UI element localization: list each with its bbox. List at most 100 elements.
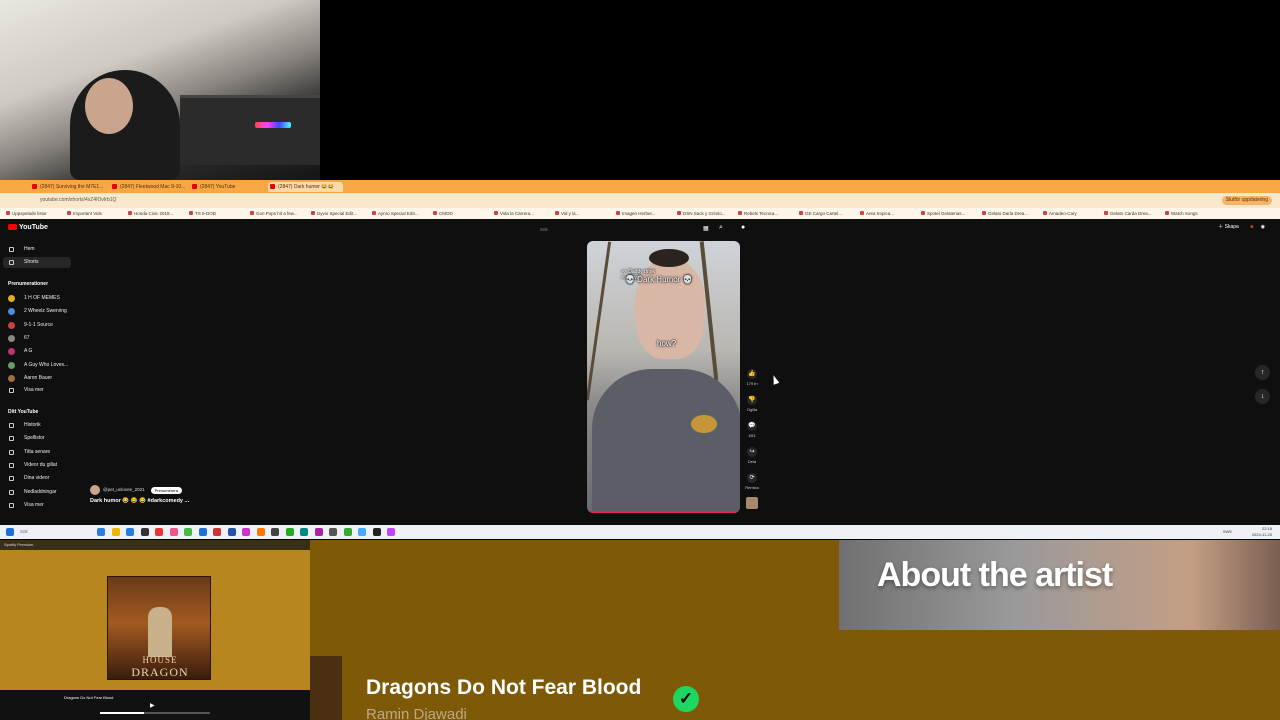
subscriptions-heading[interactable]: Prenumerationer (8, 281, 48, 287)
next-short-button[interactable]: ↓ (1255, 389, 1270, 404)
taskbar-app-icon[interactable] (227, 528, 236, 536)
search-icon[interactable]: ⌕ (719, 224, 723, 232)
bookmark-item[interactable]: Gelato Darla Drea... (982, 210, 1028, 217)
previous-short-button[interactable]: ↑ (1255, 365, 1270, 380)
taskbar-app-icon[interactable] (242, 528, 250, 536)
sidebar-item-playlist[interactable]: Spellistor (3, 433, 71, 444)
tab[interactable]: (2847) Fleetwood Mac 9-10... (110, 182, 188, 192)
taskbar-search[interactable]: Sök (20, 528, 90, 536)
share-button[interactable]: ↪ Dela (744, 447, 760, 464)
taskbar-clock[interactable]: 22:18 2024-11-25 (1252, 526, 1272, 538)
bookmark-item[interactable]: Amadeo-Cary (1043, 210, 1077, 217)
bookmark-item[interactable]: CMOD (433, 210, 453, 217)
bookmark-item[interactable]: GE Cargo Cartel... (799, 210, 842, 217)
taskbar-app-icon[interactable] (300, 528, 308, 536)
taskbar-app-icon[interactable] (184, 528, 192, 536)
taskbar-app-icon[interactable] (111, 528, 120, 536)
play-pause-icon[interactable]: ▶ (150, 702, 155, 709)
sidebar-item-your-videos[interactable]: Dina videor (3, 473, 71, 484)
taskbar-app-icon[interactable] (140, 528, 149, 536)
comment-button[interactable]: 💬 693 (744, 421, 760, 438)
taskbar-app-icon[interactable] (155, 528, 163, 536)
sound-thumbnail[interactable] (744, 497, 760, 509)
dislike-button[interactable]: 👎 Ogilla (744, 395, 760, 412)
bookmark-item[interactable]: Vida la Carrera... (494, 210, 534, 217)
sidebar-subscription-item[interactable]: 1 H OF MEMES (3, 293, 71, 304)
taskbar-app-icon[interactable] (343, 528, 352, 536)
taskbar-app-icon[interactable] (314, 528, 323, 536)
video-pendant (691, 415, 717, 433)
bookmark-item[interactable]: Aynro Special Edit... (372, 210, 418, 217)
short-title[interactable]: Dark humor 😂 😂 😂 #darkcomedy ... (90, 498, 189, 504)
bookmark-item[interactable]: TS 6-DOD (189, 210, 216, 217)
create-button[interactable]: ＋ Skapa (1218, 224, 1239, 230)
bookmark-item[interactable]: Honda Civic 2018... (128, 210, 173, 217)
taskbar-app-icon[interactable] (285, 528, 294, 536)
playback-progress[interactable] (100, 712, 210, 714)
language-indicator[interactable]: SWE (1223, 529, 1232, 534)
taskbar-app-icon[interactable] (198, 528, 207, 536)
like-button[interactable]: 👍 179 tn (744, 369, 760, 386)
remix-button[interactable]: ⟳ Remixa (744, 473, 760, 490)
sidebar-item-shorts[interactable]: Shorts (3, 257, 71, 268)
keyboard-icon[interactable]: ▦ (703, 225, 709, 232)
taskbar-app-icon[interactable] (372, 528, 381, 536)
track-artist[interactable]: Ramin Djawadi (366, 706, 467, 720)
bookmark-item[interactable]: Vid y la... (555, 210, 579, 217)
taskbar-app-icon[interactable] (329, 528, 337, 536)
tab[interactable]: (2847) Surviving the M7E1... (30, 182, 108, 192)
saved-check-icon[interactable]: ✓ (673, 686, 699, 712)
bookmark-item[interactable]: Dyvio Special Edit... (311, 210, 357, 217)
bookmark-item[interactable]: Gelato Carda Drea... (1104, 210, 1152, 217)
bookmark-item[interactable]: Gon Pops hit a few... (250, 210, 298, 217)
sidebar-subscription-item[interactable]: 67 (3, 333, 71, 344)
sidebar-item-history[interactable]: Historik (3, 420, 71, 431)
sidebar-subscription-item[interactable]: A Guy Who Loves... (3, 360, 71, 371)
bookmark-item[interactable]: Imagen Herber... (616, 210, 656, 217)
show-more-button[interactable]: Visa mer (3, 385, 71, 396)
taskbar-app-icon[interactable] (213, 528, 221, 536)
sidebar-subscription-item[interactable]: Aaron Bauer (3, 373, 71, 384)
taskbar-app-icon[interactable] (358, 528, 366, 536)
channel-name[interactable]: @pet_unlovee_2021 (103, 487, 145, 492)
taskbar-app-icon[interactable] (97, 528, 105, 536)
url-field[interactable]: youtube.com/shorts/4xZ4IOvIrb1Q (40, 196, 940, 205)
notifications-icon[interactable]: ■ (1250, 224, 1253, 230)
your-youtube-heading[interactable]: Ditt YouTube (8, 409, 38, 415)
track-title[interactable]: Dragons Do Not Fear Blood (366, 676, 641, 700)
sidebar-subscription-item[interactable]: 2 Wheelz Swerving (3, 306, 71, 317)
tab-active[interactable]: (2847) Dark humor 😂😂 (268, 182, 343, 192)
taskbar-app-icon[interactable] (271, 528, 279, 536)
bookmark-item[interactable]: Rebels Tecnica... (738, 210, 778, 217)
show-more-button-2[interactable]: Visa mer (3, 500, 71, 511)
account-avatar[interactable]: ◉ (1261, 224, 1265, 230)
sidebar-item-watch-later[interactable]: Titta senare (3, 447, 71, 458)
sidebar-item-liked[interactable]: Videor du gillat (3, 460, 71, 471)
shorts-icon (9, 260, 14, 265)
short-video-player[interactable]: >> Daddy drink >> How? 💀 Dark Humor 💀 ho… (587, 241, 740, 513)
subscription-label: A Guy Who Loves... (24, 361, 69, 368)
search-input[interactable]: Sök (540, 225, 715, 235)
tab[interactable]: (2847) YouTube (190, 182, 265, 192)
video-progress-bar[interactable] (587, 511, 740, 513)
bookmark-item[interactable]: DSN Sack y Grimlo... (677, 210, 726, 217)
taskbar-app-icon[interactable] (126, 528, 134, 536)
sidebar-subscription-item[interactable]: 9-1-1 Source (3, 320, 71, 331)
taskbar-app-icon[interactable] (256, 528, 265, 536)
bookmark-item[interactable]: Spotel Gelaterias... (921, 210, 965, 217)
sidebar-item-home[interactable]: Hem (3, 244, 71, 255)
taskbar-app-icon[interactable] (169, 528, 178, 536)
subscribe-button[interactable]: Prenumerera (150, 486, 182, 494)
sidebar-item-download[interactable]: Nedladdningar (3, 487, 71, 498)
bookmark-item[interactable]: Uppspelade listor (6, 210, 47, 217)
bookmark-item[interactable]: Important Vids (67, 210, 102, 217)
taskbar-app-icon[interactable] (387, 528, 395, 536)
update-button[interactable]: Slutför uppdatering (1221, 196, 1272, 205)
bookmark-item[interactable]: Area tropica... (860, 210, 894, 217)
microphone-icon[interactable]: ● (741, 224, 745, 231)
channel-avatar[interactable] (90, 485, 100, 495)
bookmark-item[interactable]: Watch Songs (1165, 210, 1198, 217)
start-icon[interactable] (6, 528, 14, 536)
youtube-logo[interactable]: YouTube (8, 224, 48, 231)
sidebar-subscription-item[interactable]: A G (3, 346, 71, 357)
